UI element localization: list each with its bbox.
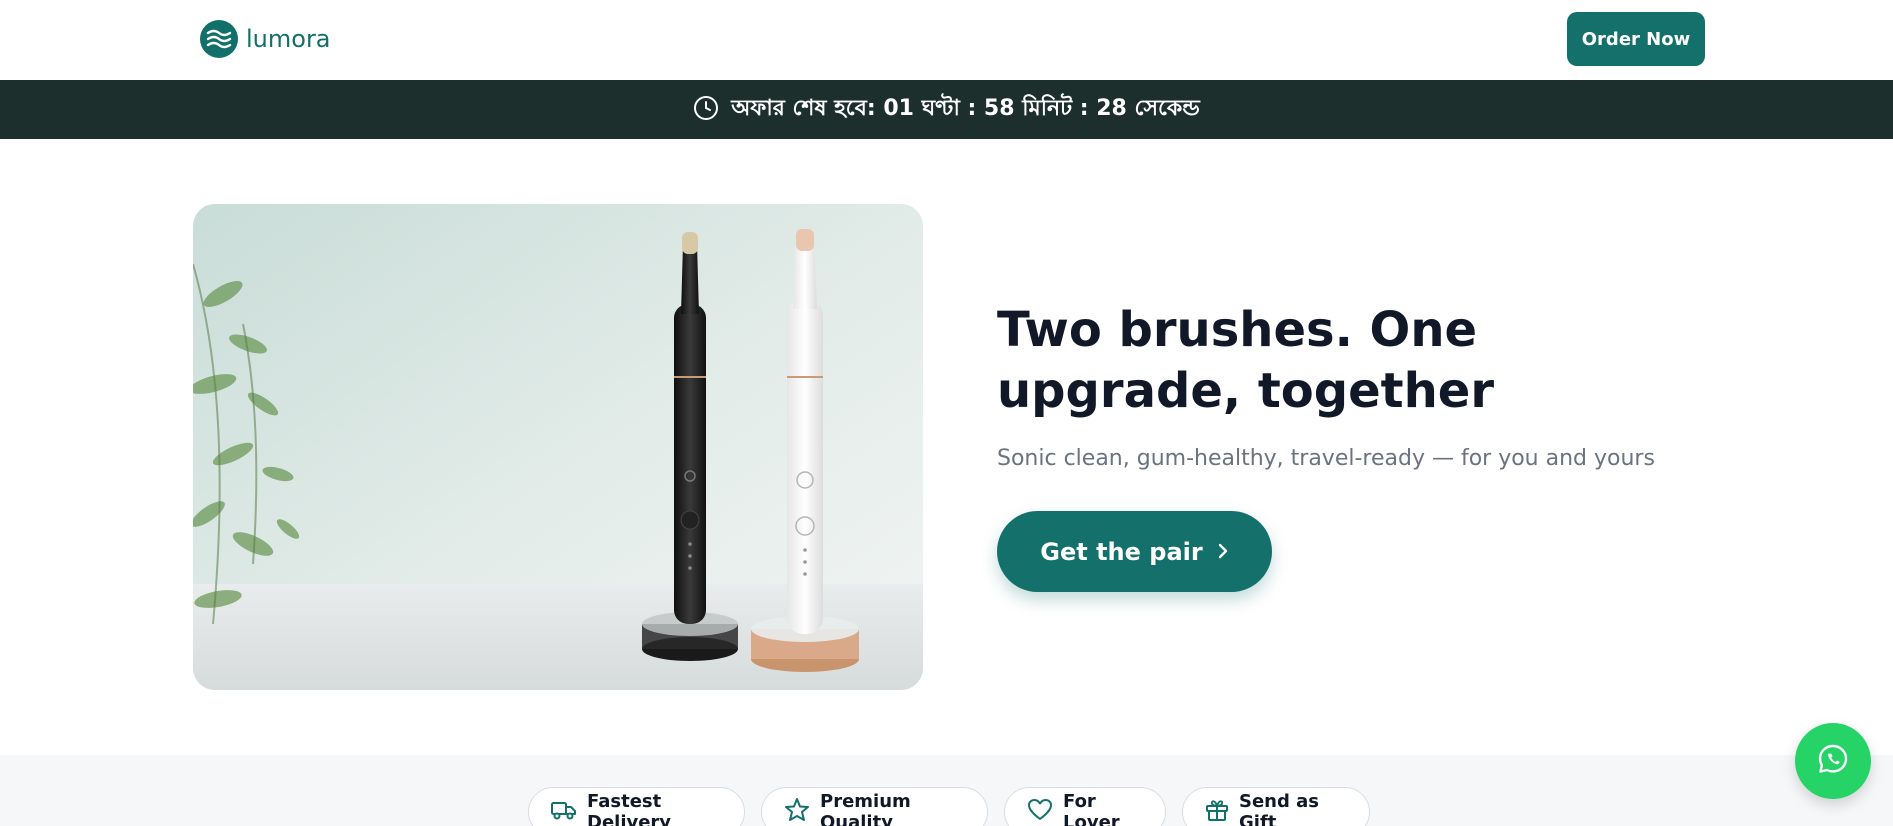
whatsapp-icon <box>1816 742 1850 780</box>
gift-icon <box>1205 798 1229 826</box>
hero-title: Two brushes. One upgrade, together <box>997 302 1494 419</box>
order-now-button[interactable]: Order Now <box>1567 12 1705 66</box>
get-the-pair-button[interactable]: Get the pair <box>997 511 1272 592</box>
wave-logo-icon <box>200 20 238 58</box>
chevron-right-icon <box>1217 538 1229 566</box>
feature-pill-send-as-gift: Send as Gift <box>1182 787 1370 826</box>
offer-countdown-bar: অফার শেষ হবে: 01 ঘণ্টা : 58 মিনিট : 28 স… <box>0 80 1893 139</box>
cta-label: Get the pair <box>1040 537 1203 566</box>
site-header: lumora Order Now <box>0 0 1893 80</box>
feature-label: For Lover <box>1063 791 1120 826</box>
feature-pill-for-lover: For Lover <box>1004 787 1166 826</box>
hero-subtitle: Sonic clean, gum-healthy, travel-ready —… <box>997 446 1655 471</box>
feature-pill-premium-quality: Premium Quality <box>761 787 988 826</box>
feature-label: Send as Gift <box>1239 791 1319 826</box>
offer-countdown-text: অফার শেষ হবে: 01 ঘণ্টা : 58 মিনিট : 28 স… <box>731 96 1200 121</box>
brand-name: lumora <box>246 25 331 53</box>
truck-icon <box>551 799 577 826</box>
star-icon <box>784 797 810 826</box>
clock-icon <box>693 95 719 125</box>
hero-product-image <box>193 204 923 690</box>
feature-label: Premium Quality <box>820 791 911 826</box>
brand-logo[interactable]: lumora <box>200 20 331 58</box>
whatsapp-chat-button[interactable] <box>1795 723 1871 799</box>
feature-pill-fastest-delivery: Fastest Delivery <box>528 787 745 826</box>
heart-icon <box>1027 798 1053 826</box>
feature-label: Fastest Delivery <box>587 791 672 826</box>
